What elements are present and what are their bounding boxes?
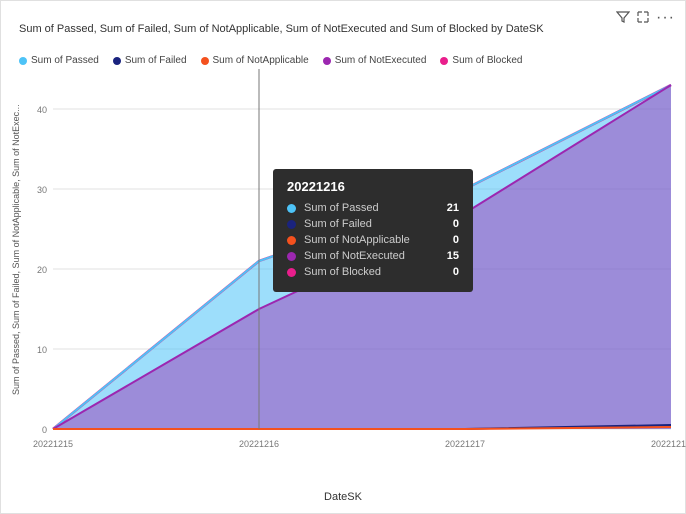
y-axis-label-container: Sum of Passed, Sum of Failed, Sum of Not… bbox=[9, 69, 23, 461]
legend-dot-blocked bbox=[440, 57, 448, 65]
tooltip-dot-blocked bbox=[287, 268, 296, 277]
legend: Sum of Passed Sum of Failed Sum of NotAp… bbox=[19, 55, 522, 66]
legend-label-blocked: Sum of Blocked bbox=[452, 55, 522, 66]
tooltip-dot-passed bbox=[287, 204, 296, 213]
expand-icon[interactable] bbox=[636, 10, 650, 27]
legend-dot-passed bbox=[19, 57, 27, 65]
toolbar: ··· bbox=[616, 9, 675, 27]
tooltip-label-failed: Sum of Failed bbox=[304, 218, 435, 230]
tooltip-label-blocked: Sum of Blocked bbox=[304, 266, 435, 278]
more-icon[interactable]: ··· bbox=[656, 9, 675, 27]
legend-item-passed: Sum of Passed bbox=[19, 55, 99, 66]
tooltip-row-blocked: Sum of Blocked 0 bbox=[287, 266, 459, 278]
x-axis-label: DateSK bbox=[324, 491, 362, 503]
legend-label-passed: Sum of Passed bbox=[31, 55, 99, 66]
chart-area: 0 10 20 30 40 20221215 20221 bbox=[53, 69, 669, 461]
tooltip-value-blocked: 0 bbox=[443, 266, 459, 278]
tooltip-row-notexecuted: Sum of NotExecuted 15 bbox=[287, 250, 459, 262]
legend-item-notapplicable: Sum of NotApplicable bbox=[201, 55, 309, 66]
legend-dot-notexecuted bbox=[323, 57, 331, 65]
chart-container: ··· Sum of Passed, Sum of Failed, Sum of… bbox=[0, 0, 686, 514]
legend-label-notexecuted: Sum of NotExecuted bbox=[335, 55, 427, 66]
legend-label-notapplicable: Sum of NotApplicable bbox=[213, 55, 309, 66]
x-tick-20221217: 20221217 bbox=[445, 439, 485, 449]
tooltip-value-notapplicable: 0 bbox=[443, 234, 459, 246]
tooltip-value-failed: 0 bbox=[443, 218, 459, 230]
legend-label-failed: Sum of Failed bbox=[125, 55, 187, 66]
legend-dot-failed bbox=[113, 57, 121, 65]
filter-icon[interactable] bbox=[616, 10, 630, 27]
tooltip-row-failed: Sum of Failed 0 bbox=[287, 218, 459, 230]
tooltip-date: 20221216 bbox=[287, 179, 459, 194]
tooltip-dot-notexecuted bbox=[287, 252, 296, 261]
legend-item-blocked: Sum of Blocked bbox=[440, 55, 522, 66]
tooltip-dot-notapplicable bbox=[287, 236, 296, 245]
y-tick-0: 0 bbox=[42, 425, 47, 435]
legend-item-notexecuted: Sum of NotExecuted bbox=[323, 55, 427, 66]
chart-title: Sum of Passed, Sum of Failed, Sum of Not… bbox=[19, 23, 544, 35]
tooltip-label-passed: Sum of Passed bbox=[304, 202, 435, 214]
y-tick-30: 30 bbox=[37, 185, 47, 195]
x-tick-20221215: 20221215 bbox=[33, 439, 73, 449]
tooltip-row-passed: Sum of Passed 21 bbox=[287, 202, 459, 214]
x-tick-20221218: 20221218 bbox=[651, 439, 686, 449]
tooltip-value-notexecuted: 15 bbox=[443, 250, 459, 262]
y-axis-label: Sum of Passed, Sum of Failed, Sum of Not… bbox=[11, 135, 21, 395]
tooltip: 20221216 Sum of Passed 21 Sum of Failed … bbox=[273, 169, 473, 292]
y-tick-20: 20 bbox=[37, 265, 47, 275]
tooltip-label-notexecuted: Sum of NotExecuted bbox=[304, 250, 435, 262]
legend-dot-notapplicable bbox=[201, 57, 209, 65]
y-tick-40: 40 bbox=[37, 105, 47, 115]
x-tick-20221216: 20221216 bbox=[239, 439, 279, 449]
tooltip-value-passed: 21 bbox=[443, 202, 459, 214]
tooltip-label-notapplicable: Sum of NotApplicable bbox=[304, 234, 435, 246]
legend-item-failed: Sum of Failed bbox=[113, 55, 187, 66]
y-tick-10: 10 bbox=[37, 345, 47, 355]
tooltip-dot-failed bbox=[287, 220, 296, 229]
tooltip-row-notapplicable: Sum of NotApplicable 0 bbox=[287, 234, 459, 246]
